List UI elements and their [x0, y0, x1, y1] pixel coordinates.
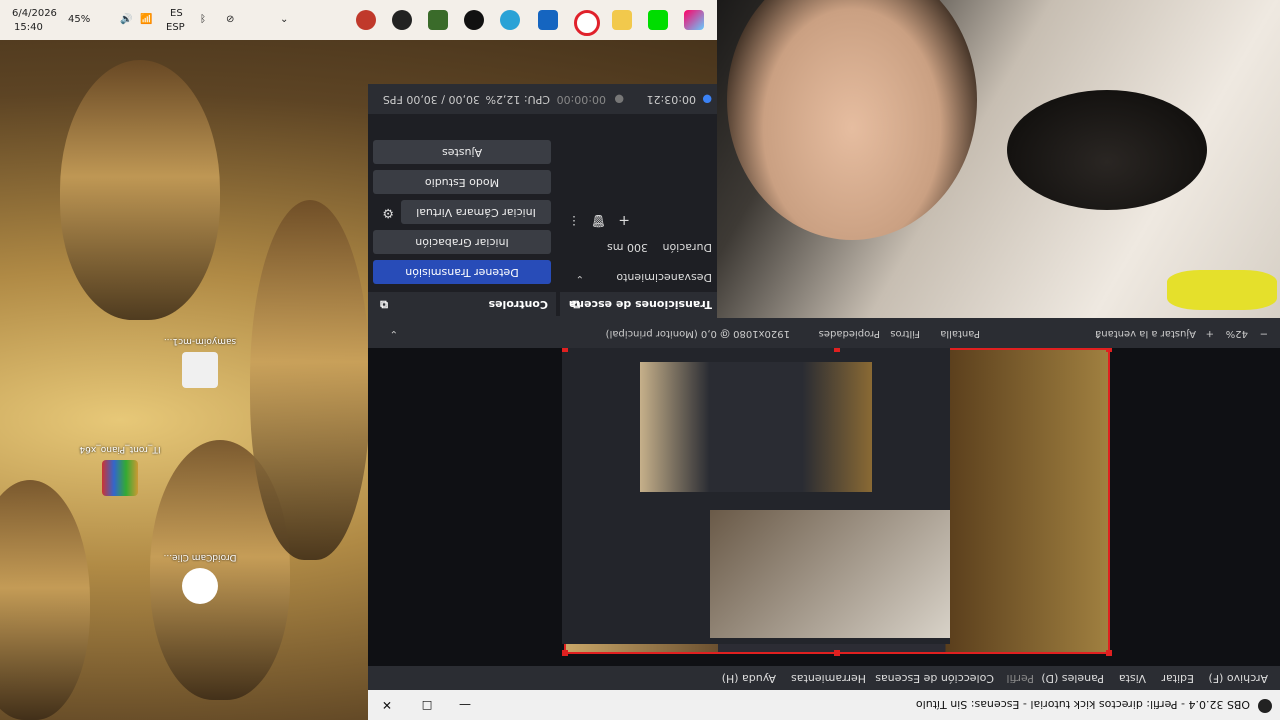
desktop-icon-samyoim[interactable]: samyoim-mc1...	[155, 336, 245, 392]
volume-icon[interactable]: 🔊	[120, 14, 132, 25]
person-face	[727, 0, 977, 240]
store-icon[interactable]	[538, 10, 558, 30]
trash-icon[interactable]: 🗑	[591, 214, 606, 228]
webcam-overlay	[717, 0, 1280, 318]
nested-obs-capture	[562, 348, 950, 644]
controls-dock: Detener Transmisión Iniciar Grabación In…	[368, 114, 556, 292]
chevron-up-icon[interactable]: ⌃	[1094, 328, 1102, 339]
zoom-level[interactable]: 42%	[1226, 328, 1248, 339]
bluetooth-icon[interactable]: ᛒ	[200, 14, 206, 25]
yellow-object	[1167, 270, 1277, 310]
pycharm-icon[interactable]	[464, 10, 484, 30]
controls-header: Controles ⧉	[368, 292, 556, 316]
obs-title-bar: OBS 32.0.4 - Perfil: directos kick tutor…	[368, 690, 1280, 720]
language-bottom[interactable]: ESP	[166, 22, 185, 33]
window-title: OBS 32.0.4 - Perfil: directos kick tutor…	[915, 698, 1250, 712]
transitions-dock: Desvanecimiento ⌄ Duración 300 ms + 🗑 ⋮	[560, 114, 720, 292]
menu-bar: Archivo (F) Editar Vista Paneles (D) Per…	[368, 666, 1280, 690]
obs-icon[interactable]	[392, 10, 412, 30]
start-recording-button[interactable]: Iniciar Grabación	[373, 230, 551, 254]
resize-handle[interactable]	[1106, 650, 1112, 656]
maximize-button[interactable]: ☐	[418, 696, 436, 714]
settings-button[interactable]: Ajustes	[373, 140, 551, 164]
cowboy-hat	[1007, 90, 1207, 210]
chevron-down-icon[interactable]: ⌄	[576, 273, 584, 284]
source-toolbar: − 42% + Ajustar a la ventana ⌃ Pantalla …	[368, 316, 1280, 348]
zoom-in-icon[interactable]: +	[1206, 328, 1214, 339]
stop-streaming-button[interactable]: Detener Transmisión	[373, 260, 551, 284]
desktop-icon-piano[interactable]: IT_ront_Piano_x64	[75, 444, 165, 500]
add-transition-icon[interactable]: +	[618, 212, 630, 228]
firefox-icon[interactable]	[356, 10, 376, 30]
menu-vista[interactable]: Vista	[1119, 672, 1146, 685]
clock-time[interactable]: 15:40	[14, 22, 43, 33]
fit-to-window-button[interactable]: Ajustar a la ventana	[1095, 328, 1196, 339]
transition-type-select[interactable]: Desvanecimiento	[616, 271, 712, 284]
edge-icon[interactable]	[500, 10, 520, 30]
live-indicator-icon: ●	[702, 93, 712, 106]
rec-time: 00:00:00	[556, 93, 606, 106]
menu-coleccion-escenas[interactable]: Colección de Escenas	[875, 672, 994, 685]
menu-editar[interactable]: Editar	[1161, 672, 1194, 685]
obs-logo-icon	[1258, 699, 1272, 713]
menu-archivo[interactable]: Archivo (F)	[1208, 672, 1268, 685]
dock-float-icon[interactable]: ⧉	[572, 297, 580, 311]
zoom-out-icon[interactable]: −	[1260, 328, 1268, 339]
chevron-down-icon[interactable]: ⌄	[390, 328, 398, 339]
cpu-usage: CPU: 12,2%	[485, 93, 550, 106]
rec-indicator-icon: ●	[614, 93, 624, 106]
rar-archive-icon	[102, 460, 138, 496]
filters-button[interactable]: Filtros	[890, 328, 920, 339]
wifi-icon[interactable]: 📶	[140, 14, 152, 25]
chevron-down-icon[interactable]: ⌄	[280, 14, 288, 25]
dock-float-icon[interactable]: ⧉	[380, 297, 388, 311]
language-top[interactable]: ES	[170, 8, 183, 19]
resize-handle[interactable]	[834, 650, 840, 656]
studio-mode-button[interactable]: Modo Estudio	[373, 170, 551, 194]
copilot-icon[interactable]	[684, 10, 704, 30]
desktop-icon-droidcam[interactable]: DroidCam Clie...	[155, 552, 245, 608]
terminal-icon[interactable]	[648, 10, 668, 30]
file-explorer-icon[interactable]	[612, 10, 632, 30]
display-selector[interactable]: 1920x1080 @ 0,0 (Monitor principal)	[606, 328, 790, 339]
more-options-icon[interactable]: ⋮	[568, 214, 580, 228]
droidcam-icon	[182, 568, 218, 604]
source-type-label: Pantalla	[940, 328, 980, 339]
minimize-button[interactable]: —	[456, 696, 474, 714]
minecraft-icon[interactable]	[428, 10, 448, 30]
menu-herramientas[interactable]: Herramientas	[791, 672, 866, 685]
preview-area[interactable]	[368, 346, 1280, 666]
menu-perfil[interactable]: Perfil	[1006, 672, 1034, 685]
live-time: 00:03:21	[646, 93, 696, 106]
opera-icon[interactable]	[574, 10, 600, 36]
network-off-icon[interactable]: ⊘	[226, 14, 234, 25]
duration-label: Duración	[662, 241, 712, 254]
start-virtual-camera-button[interactable]: Iniciar Cámara Virtual	[401, 200, 551, 224]
menu-paneles[interactable]: Paneles (D)	[1041, 672, 1104, 685]
battery-level[interactable]: 45%	[68, 14, 90, 25]
app-icon	[182, 352, 218, 388]
clock-date[interactable]: 6/4/2026	[12, 8, 57, 19]
resize-handle[interactable]	[562, 650, 568, 656]
menu-ayuda[interactable]: Ayuda (H)	[722, 672, 776, 685]
preview-canvas[interactable]	[562, 346, 1112, 656]
transitions-header: Transiciones de escena ⧉	[560, 292, 720, 316]
fps-readout: 30,00 / 30,00 FPS	[382, 93, 480, 106]
duration-input[interactable]: 300 ms	[607, 241, 648, 254]
nested-desktop-capture	[640, 362, 872, 492]
taskbar: 15:40 6/4/2026 45% ES ESP 🔊 📶 ᛒ ⊘ ⌄	[0, 0, 717, 40]
webcam-thumbnail	[710, 510, 950, 638]
properties-button[interactable]: Propiedades	[819, 328, 880, 339]
close-button[interactable]: ✕	[378, 696, 396, 714]
gear-icon[interactable]: ⚙	[382, 205, 394, 220]
